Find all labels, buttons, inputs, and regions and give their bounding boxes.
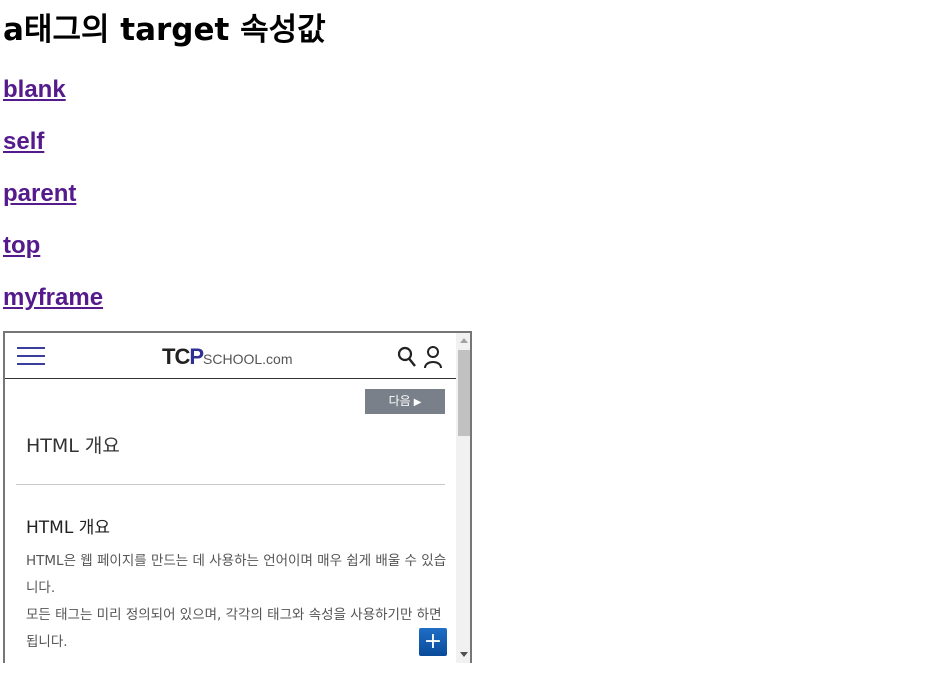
page-title: a태그의 target 속성값 — [3, 12, 326, 48]
iframe-scrollbar[interactable] — [456, 333, 470, 663]
section-title: HTML 개요 — [26, 435, 120, 457]
search-icon[interactable] — [397, 346, 417, 368]
user-icon[interactable] — [423, 345, 443, 369]
link-blank[interactable]: blank — [3, 76, 66, 104]
play-triangle-icon: ▶ — [413, 397, 422, 408]
scroll-down-arrow-icon[interactable] — [460, 652, 468, 657]
iframe-content: TCPSCHOOL.com 다음 ▶ HTML 개요 HTML 개요 HTML은 … — [5, 333, 456, 663]
site-header: TCPSCHOOL.com — [5, 333, 456, 379]
site-logo[interactable]: TCPSCHOOL.com — [162, 344, 292, 370]
next-button[interactable]: 다음 ▶ — [365, 389, 445, 414]
scroll-up-arrow-icon[interactable] — [460, 338, 468, 343]
intro-paragraph: HTML은 웹 페이지를 만드는 데 사용하는 언어이며 매우 쉽게 배울 수 … — [26, 553, 447, 650]
subheading: HTML 개요 — [26, 518, 110, 538]
link-parent[interactable]: parent — [3, 180, 76, 208]
hamburger-icon[interactable] — [17, 347, 45, 367]
divider — [16, 484, 445, 485]
plus-button[interactable]: + — [419, 628, 447, 656]
link-self[interactable]: self — [3, 128, 44, 156]
scrollbar-thumb[interactable] — [458, 350, 470, 436]
link-myframe[interactable]: myframe — [3, 284, 103, 312]
page: a태그의 target 속성값 blank self parent top my… — [0, 0, 937, 695]
myframe-iframe[interactable]: TCPSCHOOL.com 다음 ▶ HTML 개요 HTML 개요 HTML은 … — [3, 331, 472, 663]
link-top[interactable]: top — [3, 232, 40, 260]
